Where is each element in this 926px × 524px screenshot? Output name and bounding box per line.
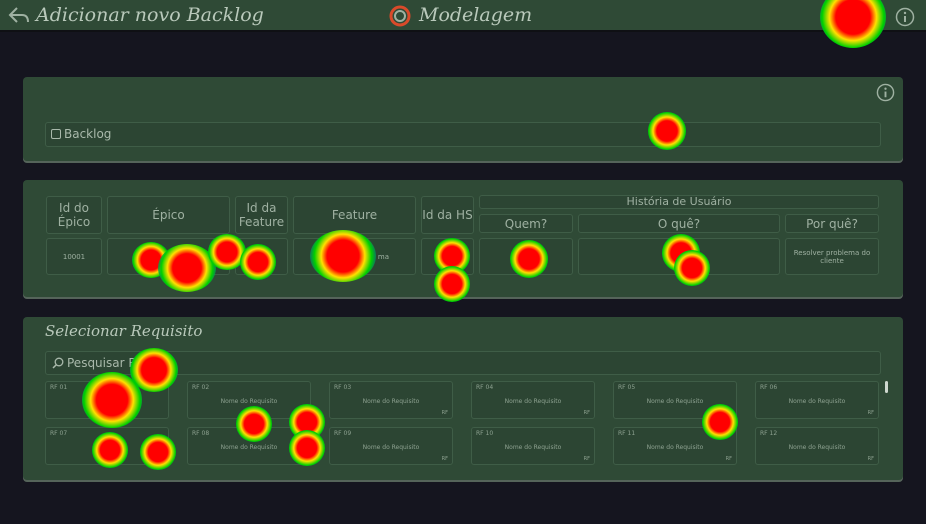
header-why: Por quê?: [785, 214, 879, 233]
requirement-card[interactable]: RF 05 Nome do Requisito RF: [613, 381, 737, 419]
header-epic-id: Id do Épico: [46, 196, 102, 234]
requirement-id: RF 11: [618, 430, 636, 437]
requirement-card[interactable]: RF 08 Nome do Requisito RF: [187, 427, 311, 465]
requirement-id: RF 04: [476, 384, 494, 391]
epic-id-input[interactable]: 10001: [46, 238, 102, 275]
backlog-field[interactable]: Backlog: [45, 122, 881, 147]
why-input[interactable]: Resolver problema do cliente: [785, 238, 879, 275]
requirement-card[interactable]: RF 11 Nome do Requisito RF: [613, 427, 737, 465]
user-story-panel: Id do Épico Épico Id da Feature Feature …: [23, 180, 903, 297]
header-what: O quê?: [578, 214, 780, 233]
requirement-type: RF: [299, 456, 306, 462]
requirement-id: RF 02: [192, 384, 210, 391]
app-name: Modelagem: [419, 4, 533, 26]
requirements-title: Selecionar Requisito: [45, 322, 203, 340]
requirement-card[interactable]: RF 06 Nome do Requisito RF: [755, 381, 879, 419]
requirement-type: RF: [441, 456, 448, 462]
requirement-id: RF 12: [760, 430, 778, 437]
requirement-name: Nome do Requisito: [362, 444, 420, 451]
requirement-type: RF: [867, 410, 874, 416]
requirement-type: RF: [725, 410, 732, 416]
requirement-name: Nome do Requisito: [504, 398, 562, 405]
epic-input[interactable]: [107, 238, 230, 275]
search-placeholder: Pesquisar R: [67, 356, 137, 370]
requirement-type: RF: [867, 456, 874, 462]
requirement-card[interactable]: RF 02 Nome do Requisito RF: [187, 381, 311, 419]
header-who: Quem?: [479, 214, 573, 233]
checkbox-icon: [51, 129, 61, 139]
search-icon: [52, 357, 64, 369]
requirement-name: Nome do Requisito: [504, 444, 562, 451]
header-feature-id: Id da Feature: [235, 196, 288, 234]
requirement-card[interactable]: RF 07 No: [45, 427, 169, 465]
scrollbar[interactable]: [885, 381, 888, 393]
requirement-name: Nome do Requisito: [646, 398, 704, 405]
requirements-panel: Selecionar Requisito Pesquisar R RF 01 R…: [23, 317, 903, 480]
page-title: Adicionar novo Backlog: [36, 4, 264, 26]
top-bar: Adicionar novo Backlog Modelagem: [0, 0, 926, 32]
backlog-panel: Backlog: [23, 77, 903, 161]
header-feature: Feature: [293, 196, 416, 234]
requirement-id: RF 08: [192, 430, 210, 437]
requirement-type: RF: [299, 410, 306, 416]
requirement-id: RF 01: [50, 384, 68, 391]
requirement-type: RF: [725, 456, 732, 462]
requirement-type: RF: [441, 410, 448, 416]
requirement-name: No: [102, 444, 112, 451]
requirement-name: Nome do Requisito: [362, 398, 420, 405]
search-input[interactable]: Pesquisar R: [45, 351, 881, 375]
requirement-card[interactable]: RF 01: [45, 381, 169, 419]
requirement-card[interactable]: RF 09 Nome do Requisito RF: [329, 427, 453, 465]
back-arrow-icon[interactable]: [8, 6, 30, 26]
info-icon[interactable]: [895, 7, 915, 27]
info-icon[interactable]: [876, 83, 895, 102]
requirement-id: RF 10: [476, 430, 494, 437]
requirement-card[interactable]: RF 10 Nome do Requisito RF: [471, 427, 595, 465]
requirement-name: Nome do Requisito: [220, 398, 278, 405]
requirement-id: RF 06: [760, 384, 778, 391]
feature-id-input[interactable]: [235, 238, 288, 275]
header-hs-id: Id da HS: [421, 196, 474, 234]
app-logo-icon: [389, 5, 411, 27]
header-user-story: História de Usuário: [479, 195, 879, 209]
requirement-id: RF 09: [334, 430, 352, 437]
requirement-id: RF 07: [50, 430, 68, 437]
requirement-name: Nome do Requisito: [220, 444, 278, 451]
backlog-label: Backlog: [64, 127, 112, 141]
header-epic: Épico: [107, 196, 230, 234]
requirement-card[interactable]: RF 12 Nome do Requisito RF: [755, 427, 879, 465]
hs-id-input[interactable]: [421, 238, 474, 275]
requirement-id: RF 03: [334, 384, 352, 391]
requirement-card[interactable]: RF 03 Nome do Requisito RF: [329, 381, 453, 419]
what-input[interactable]: [578, 238, 780, 275]
who-input[interactable]: [479, 238, 573, 275]
requirement-name: Nome do Requisito: [788, 444, 846, 451]
requirement-name: Nome do Requisito: [788, 398, 846, 405]
requirement-type: RF: [583, 456, 590, 462]
requirement-name: Nome do Requisito: [646, 444, 704, 451]
requirement-card[interactable]: RF 04 Nome do Requisito RF: [471, 381, 595, 419]
feature-input[interactable]: ma: [293, 238, 416, 275]
requirement-type: RF: [583, 410, 590, 416]
requirement-id: RF 05: [618, 384, 636, 391]
